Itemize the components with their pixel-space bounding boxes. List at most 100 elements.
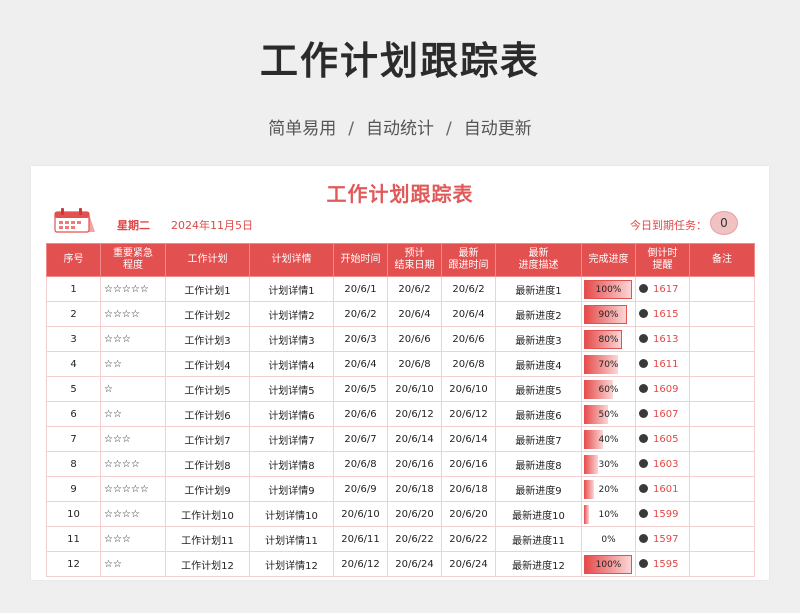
- cell-progress[interactable]: 40%: [581, 426, 636, 452]
- table-row[interactable]: 8 ☆☆☆☆ 工作计划8 计划详情8 20/6/8 20/6/16 20/6/16 最新进度8…: [46, 451, 755, 477]
- cell-notes[interactable]: [689, 551, 755, 577]
- cell-start-date[interactable]: 20/6/5: [333, 376, 388, 402]
- cell-end-date[interactable]: 20/6/6: [387, 326, 442, 352]
- cell-start-date[interactable]: 20/6/3: [333, 326, 388, 352]
- cell-follow-date[interactable]: 20/6/16: [441, 451, 496, 477]
- cell-follow-date[interactable]: 20/6/2: [441, 276, 496, 302]
- cell-countdown[interactable]: 1611: [635, 351, 690, 377]
- cell-end-date[interactable]: 20/6/24: [387, 551, 442, 577]
- cell-follow-date[interactable]: 20/6/4: [441, 301, 496, 327]
- cell-notes[interactable]: [689, 276, 755, 302]
- cell-detail[interactable]: 计划详情7: [249, 426, 334, 452]
- cell-follow-date[interactable]: 20/6/14: [441, 426, 496, 452]
- cell-plan[interactable]: 工作计划7: [165, 426, 250, 452]
- cell-plan[interactable]: 工作计划4: [165, 351, 250, 377]
- cell-notes[interactable]: [689, 376, 755, 402]
- cell-countdown[interactable]: 1605: [635, 426, 690, 452]
- table-row[interactable]: 3 ☆☆☆ 工作计划3 计划详情3 20/6/3 20/6/6 20/6/6 最新进度3 80%…: [46, 326, 755, 352]
- cell-detail[interactable]: 计划详情9: [249, 476, 334, 502]
- cell-start-date[interactable]: 20/6/8: [333, 451, 388, 477]
- cell-follow-date[interactable]: 20/6/24: [441, 551, 496, 577]
- column-header[interactable]: 开始时间: [333, 243, 388, 277]
- table-row[interactable]: 5 ☆ 工作计划5 计划详情5 20/6/5 20/6/10 20/6/10 最新进度5 60%…: [46, 376, 755, 402]
- cell-detail[interactable]: 计划详情6: [249, 401, 334, 427]
- cell-notes[interactable]: [689, 301, 755, 327]
- cell-index[interactable]: 7: [46, 426, 101, 452]
- cell-index[interactable]: 4: [46, 351, 101, 377]
- cell-end-date[interactable]: 20/6/2: [387, 276, 442, 302]
- cell-notes[interactable]: [689, 426, 755, 452]
- cell-priority-stars[interactable]: ☆☆☆☆☆: [100, 476, 166, 502]
- cell-follow-date[interactable]: 20/6/6: [441, 326, 496, 352]
- cell-countdown[interactable]: 1609: [635, 376, 690, 402]
- cell-progress[interactable]: 60%: [581, 376, 636, 402]
- cell-end-date[interactable]: 20/6/22: [387, 526, 442, 552]
- cell-detail[interactable]: 计划详情10: [249, 501, 334, 527]
- cell-countdown[interactable]: 1617: [635, 276, 690, 302]
- cell-end-date[interactable]: 20/6/18: [387, 476, 442, 502]
- cell-detail[interactable]: 计划详情11: [249, 526, 334, 552]
- cell-countdown[interactable]: 1601: [635, 476, 690, 502]
- cell-index[interactable]: 9: [46, 476, 101, 502]
- cell-priority-stars[interactable]: ☆☆☆: [100, 526, 166, 552]
- cell-index[interactable]: 1: [46, 276, 101, 302]
- cell-plan[interactable]: 工作计划3: [165, 326, 250, 352]
- cell-index[interactable]: 10: [46, 501, 101, 527]
- cell-end-date[interactable]: 20/6/14: [387, 426, 442, 452]
- cell-plan[interactable]: 工作计划2: [165, 301, 250, 327]
- table-row[interactable]: 9 ☆☆☆☆☆ 工作计划9 计划详情9 20/6/9 20/6/18 20/6/18 最新进度…: [46, 476, 755, 502]
- cell-follow-date[interactable]: 20/6/22: [441, 526, 496, 552]
- cell-end-date[interactable]: 20/6/20: [387, 501, 442, 527]
- cell-plan[interactable]: 工作计划6: [165, 401, 250, 427]
- cell-end-date[interactable]: 20/6/10: [387, 376, 442, 402]
- cell-priority-stars[interactable]: ☆: [100, 376, 166, 402]
- cell-countdown[interactable]: 1607: [635, 401, 690, 427]
- cell-priority-stars[interactable]: ☆☆☆: [100, 426, 166, 452]
- column-header[interactable]: 备注: [689, 243, 755, 277]
- cell-plan[interactable]: 工作计划12: [165, 551, 250, 577]
- cell-follow-date[interactable]: 20/6/20: [441, 501, 496, 527]
- cell-progress-desc[interactable]: 最新进度2: [495, 301, 582, 327]
- cell-plan[interactable]: 工作计划1: [165, 276, 250, 302]
- cell-priority-stars[interactable]: ☆☆☆☆: [100, 451, 166, 477]
- cell-detail[interactable]: 计划详情4: [249, 351, 334, 377]
- cell-notes[interactable]: [689, 526, 755, 552]
- table-row[interactable]: 1 ☆☆☆☆☆ 工作计划1 计划详情1 20/6/1 20/6/2 20/6/2 最新进度1 1…: [46, 276, 755, 302]
- cell-progress-desc[interactable]: 最新进度11: [495, 526, 582, 552]
- cell-detail[interactable]: 计划详情3: [249, 326, 334, 352]
- column-header[interactable]: 计划详情: [249, 243, 334, 277]
- cell-follow-date[interactable]: 20/6/18: [441, 476, 496, 502]
- table-row[interactable]: 6 ☆☆ 工作计划6 计划详情6 20/6/6 20/6/12 20/6/12 最新进度6 50…: [46, 401, 755, 427]
- cell-progress-desc[interactable]: 最新进度1: [495, 276, 582, 302]
- column-header[interactable]: 最新 进度描述: [495, 243, 582, 277]
- cell-progress[interactable]: 30%: [581, 451, 636, 477]
- cell-end-date[interactable]: 20/6/8: [387, 351, 442, 377]
- cell-notes[interactable]: [689, 501, 755, 527]
- cell-countdown[interactable]: 1599: [635, 501, 690, 527]
- cell-priority-stars[interactable]: ☆☆☆☆: [100, 501, 166, 527]
- column-header[interactable]: 重要紧急 程度: [100, 243, 166, 277]
- cell-index[interactable]: 11: [46, 526, 101, 552]
- cell-progress-desc[interactable]: 最新进度8: [495, 451, 582, 477]
- cell-plan[interactable]: 工作计划10: [165, 501, 250, 527]
- column-header[interactable]: 最新 跟进时间: [441, 243, 496, 277]
- cell-follow-date[interactable]: 20/6/8: [441, 351, 496, 377]
- column-header[interactable]: 倒计时 提醒: [635, 243, 690, 277]
- cell-notes[interactable]: [689, 476, 755, 502]
- cell-index[interactable]: 12: [46, 551, 101, 577]
- cell-index[interactable]: 6: [46, 401, 101, 427]
- cell-priority-stars[interactable]: ☆☆: [100, 351, 166, 377]
- cell-countdown[interactable]: 1613: [635, 326, 690, 352]
- cell-priority-stars[interactable]: ☆☆☆: [100, 326, 166, 352]
- table-row[interactable]: 12 ☆☆ 工作计划12 计划详情12 20/6/12 20/6/24 20/6/24 最新进…: [46, 551, 755, 577]
- cell-notes[interactable]: [689, 451, 755, 477]
- column-header[interactable]: 工作计划: [165, 243, 250, 277]
- cell-progress-desc[interactable]: 最新进度12: [495, 551, 582, 577]
- cell-index[interactable]: 3: [46, 326, 101, 352]
- cell-index[interactable]: 2: [46, 301, 101, 327]
- cell-progress[interactable]: 70%: [581, 351, 636, 377]
- column-header[interactable]: 预计 结束日期: [387, 243, 442, 277]
- table-row[interactable]: 11 ☆☆☆ 工作计划11 计划详情11 20/6/11 20/6/22 20/6/22 最新…: [46, 526, 755, 552]
- cell-start-date[interactable]: 20/6/9: [333, 476, 388, 502]
- table-row[interactable]: 10 ☆☆☆☆ 工作计划10 计划详情10 20/6/10 20/6/20 20/6/20 最…: [46, 501, 755, 527]
